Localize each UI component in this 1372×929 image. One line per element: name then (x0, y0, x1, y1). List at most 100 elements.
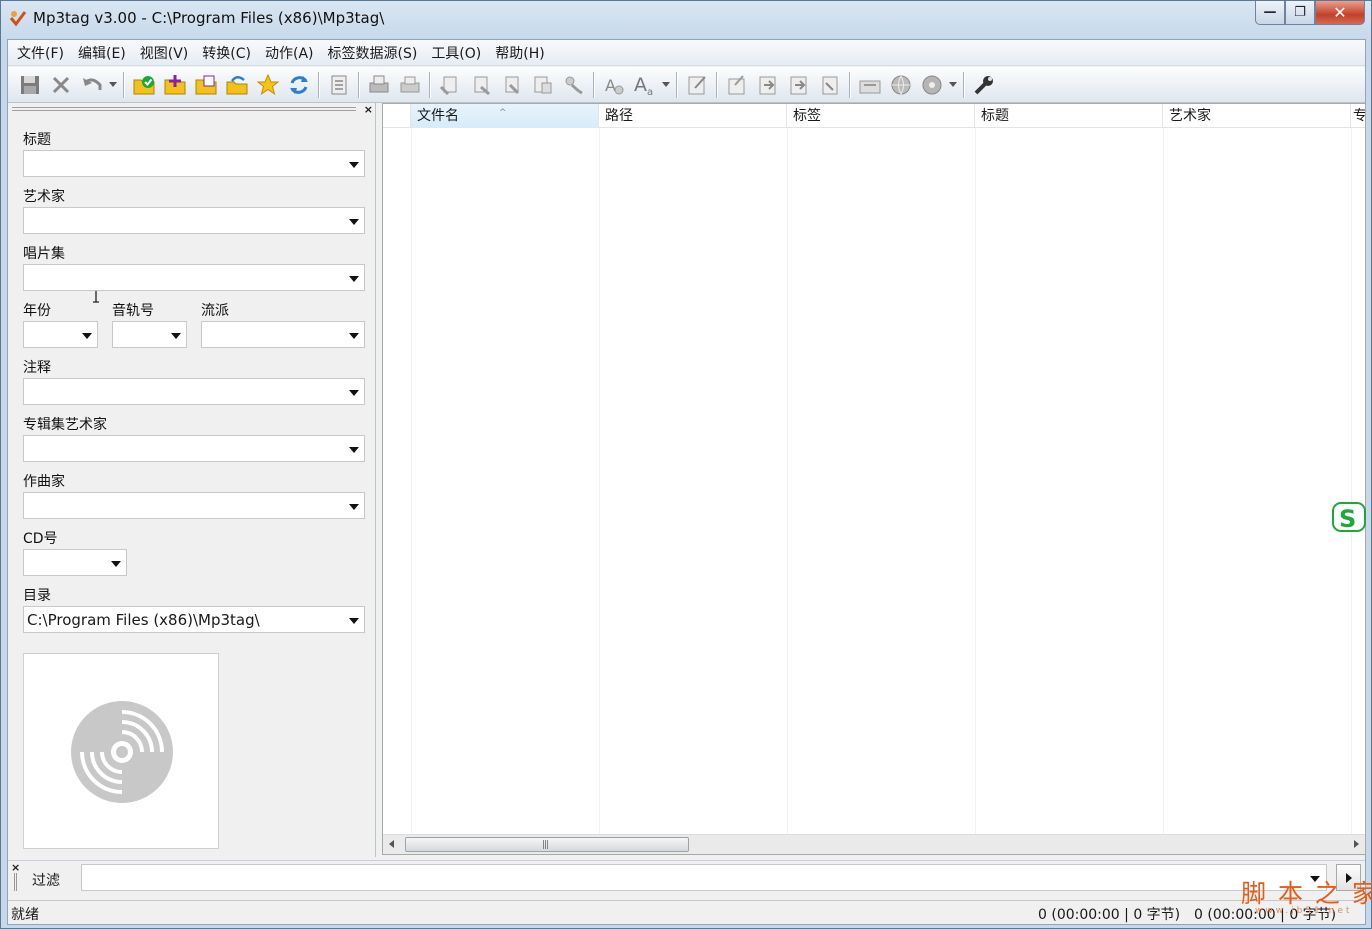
toolbar: A Aa (8, 67, 1365, 103)
scroll-right-icon[interactable] (1354, 840, 1359, 848)
tag-filename-icon (505, 76, 519, 94)
client-area: 文件(F) 编辑(E) 视图(V) 转换(C) 动作(A) 标签数据源(S) 工… (7, 39, 1366, 925)
title-field[interactable] (23, 150, 365, 177)
column-tag[interactable]: 标签 (787, 104, 975, 128)
filename-tag-button[interactable] (465, 70, 496, 100)
column-filename-label: 文件名 (417, 108, 459, 124)
chevron-down-icon[interactable] (111, 561, 121, 567)
freedb-button[interactable] (752, 70, 783, 100)
tag-sources-button[interactable] (721, 70, 752, 100)
chevron-down-icon[interactable] (349, 219, 359, 225)
directory-field[interactable]: C:\Program Files (x86)\Mp3tag\ (23, 606, 365, 633)
menu-convert[interactable]: 转换(C) (195, 43, 258, 63)
scroll-left-icon[interactable] (389, 840, 394, 848)
case-conversion-button[interactable]: A (598, 70, 629, 100)
track-field[interactable] (112, 321, 187, 348)
remove-tag-button[interactable] (45, 70, 76, 100)
change-directory-button[interactable] (128, 70, 159, 100)
genre-field[interactable] (201, 321, 365, 348)
add-directory-button[interactable] (159, 70, 190, 100)
chevron-down-icon[interactable] (349, 504, 359, 510)
file-list[interactable]: ^ 文件名 路径 标签 标题 艺术家 专 ||| (382, 103, 1366, 855)
print-icon (369, 75, 388, 92)
globe-button[interactable] (885, 70, 916, 100)
close-icon: ✕ (1333, 3, 1347, 22)
column-tag-label: 标签 (793, 108, 821, 124)
album-field[interactable] (23, 264, 365, 291)
export-button[interactable] (394, 70, 425, 100)
sogou-ime-icon[interactable]: S (1331, 499, 1367, 535)
list-body[interactable] (383, 128, 1365, 834)
chevron-down-icon[interactable] (82, 333, 92, 339)
horizontal-scrollbar[interactable]: ||| (383, 834, 1365, 854)
chevron-down-icon[interactable] (349, 162, 359, 168)
minimize-button[interactable]: — (1255, 1, 1285, 25)
playlist-button[interactable] (221, 70, 252, 100)
add-folder-button[interactable] (190, 70, 221, 100)
extended-tags-icon (331, 75, 346, 94)
app-window: Mp3tag v3.00 - C:\Program Files (x86)\Mp… (0, 0, 1372, 929)
menu-actions[interactable]: 动作(A) (258, 43, 321, 63)
scrollbar-thumb[interactable]: ||| (405, 837, 689, 852)
album-artist-field[interactable] (23, 435, 365, 462)
column-artist[interactable]: 艺术家 (1163, 104, 1351, 128)
menu-view[interactable]: 视图(V) (133, 43, 196, 63)
font-case-button[interactable]: Aa (629, 70, 660, 100)
panel-grip[interactable] (12, 107, 356, 111)
edit-button[interactable] (681, 70, 712, 100)
svg-text:A: A (605, 76, 616, 95)
favorite-button[interactable] (252, 70, 283, 100)
chevron-down-icon[interactable] (349, 447, 359, 453)
watermark-url: www.jb51.net (1255, 906, 1353, 916)
title-bar[interactable]: Mp3tag v3.00 - C:\Program Files (x86)\Mp… (1, 1, 1371, 37)
freedb-icon (759, 76, 775, 94)
menu-file[interactable]: 文件(F) (10, 43, 71, 63)
musicbrainz-button[interactable] (814, 70, 845, 100)
undo-button[interactable] (76, 70, 107, 100)
column-filename[interactable]: ^ 文件名 (411, 104, 599, 128)
filter-input[interactable] (81, 864, 1327, 891)
menu-tag-sources[interactable]: 标签数据源(S) (321, 43, 425, 63)
comment-field[interactable] (23, 378, 365, 405)
options-button[interactable] (968, 70, 999, 100)
svg-text:A: A (634, 74, 647, 96)
column-path[interactable]: 路径 (599, 104, 787, 128)
extended-tags-button[interactable] (323, 70, 354, 100)
chevron-down-icon[interactable] (349, 390, 359, 396)
tag-tag-button[interactable] (434, 70, 465, 100)
tag-filename-button[interactable] (496, 70, 527, 100)
font-case-dropdown[interactable] (660, 70, 672, 100)
filter-grip[interactable] (14, 873, 17, 891)
refresh-button[interactable] (283, 70, 314, 100)
auto-number-button[interactable] (558, 70, 589, 100)
menu-edit[interactable]: 编辑(E) (71, 43, 133, 63)
close-button[interactable]: ✕ (1315, 1, 1365, 25)
case-conversion-icon: A (605, 76, 623, 95)
chevron-down-icon[interactable] (171, 333, 181, 339)
cover-art-box[interactable] (23, 653, 219, 849)
chevron-down-icon[interactable] (349, 333, 359, 339)
column-title[interactable]: 标题 (975, 104, 1163, 128)
save-button[interactable] (14, 70, 45, 100)
menu-help[interactable]: 帮助(H) (488, 43, 551, 63)
cd-dropdown[interactable] (947, 70, 959, 100)
menu-tools[interactable]: 工具(O) (424, 43, 488, 63)
chevron-down-icon[interactable] (349, 276, 359, 282)
composer-field[interactable] (23, 492, 365, 519)
toolbar-separator (676, 71, 677, 98)
web-sources-button[interactable] (854, 70, 885, 100)
artist-field[interactable] (23, 207, 365, 234)
toolbar-separator (849, 71, 850, 98)
panel-close-icon[interactable]: × (364, 103, 373, 116)
text-tag-button[interactable] (527, 70, 558, 100)
column-album-partial[interactable]: 专 (1351, 104, 1365, 128)
discogs-button[interactable] (783, 70, 814, 100)
chevron-down-icon[interactable] (349, 618, 359, 624)
cd-field[interactable] (23, 549, 127, 576)
toolbar-separator (716, 71, 717, 98)
maximize-button[interactable]: ❐ (1285, 1, 1315, 25)
print-button[interactable] (363, 70, 394, 100)
year-field[interactable] (23, 321, 98, 348)
cd-button[interactable] (916, 70, 947, 100)
undo-dropdown[interactable] (107, 70, 119, 100)
